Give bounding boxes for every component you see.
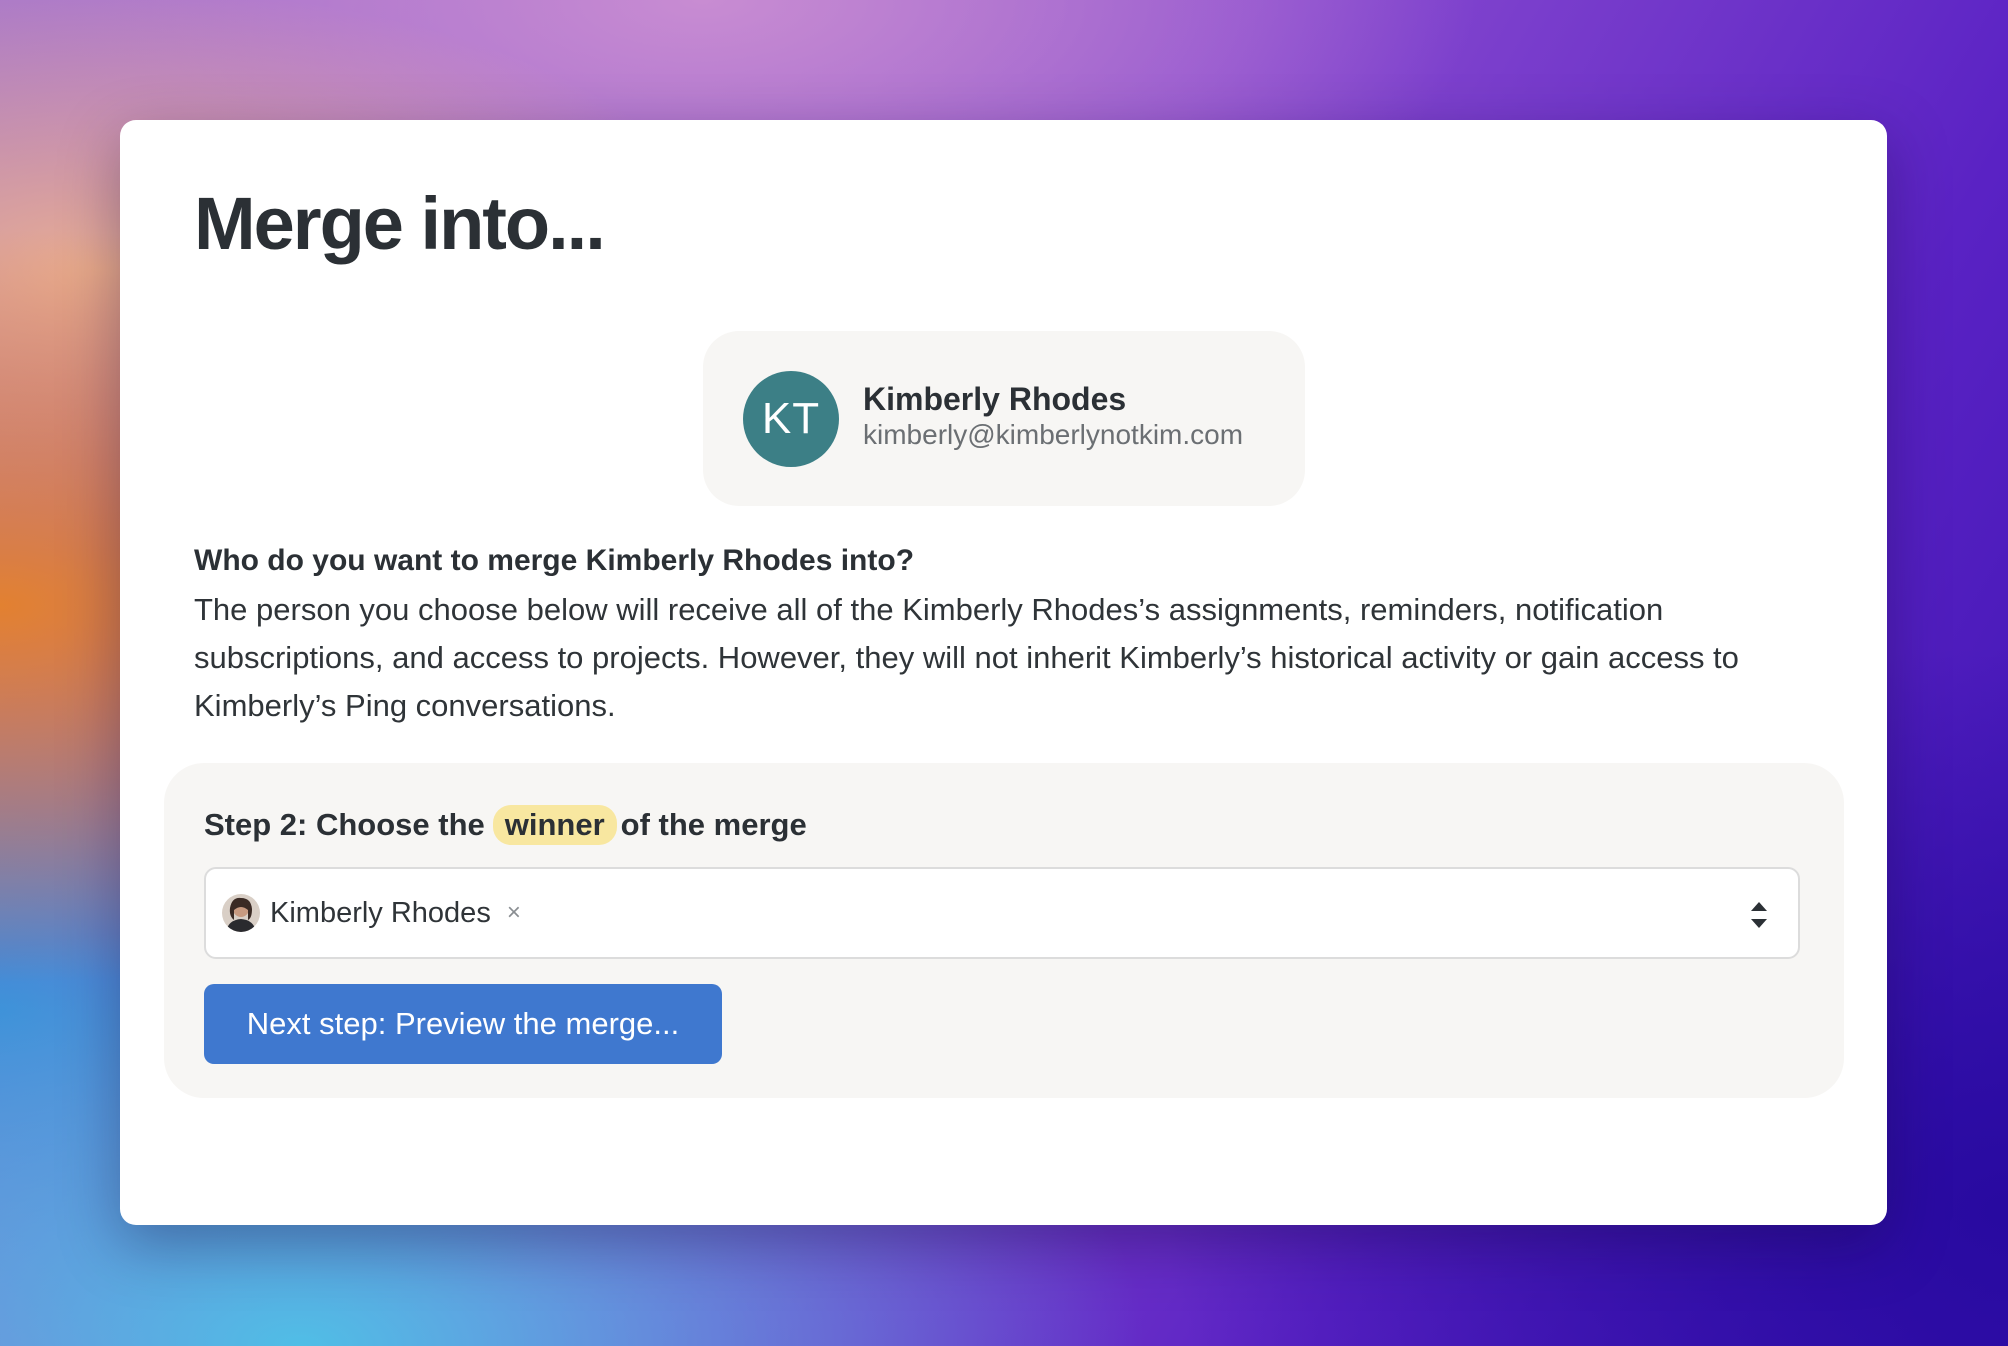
step-title-highlight: winner (492, 805, 617, 845)
chevron-up-down-icon[interactable] (1748, 899, 1770, 931)
remove-token-icon[interactable]: × (507, 899, 521, 927)
page-title: Merge into... (194, 182, 606, 265)
user-avatar-icon (222, 894, 260, 932)
next-step-button[interactable]: Next step: Preview the merge... (204, 984, 722, 1064)
merge-description: The person you choose below will receive… (194, 592, 1739, 723)
merge-question: Who do you want to merge Kimberly Rhodes… (194, 544, 915, 577)
person-name: Kimberly Rhodes (863, 381, 1127, 417)
person-email: kimberly@kimberlynotkim.com (863, 419, 1244, 450)
selected-person-name: Kimberly Rhodes (270, 896, 491, 929)
merge-dialog: Merge into... KT Kimberly Rhodes kimberl… (120, 120, 1887, 1225)
winner-select[interactable]: Kimberly Rhodes × (204, 867, 1800, 959)
step-title: Step 2: Choose the winner of the merge (204, 805, 807, 845)
avatar: KT (743, 371, 839, 467)
step-title-suffix: of the merge (620, 807, 807, 842)
selected-person-token: Kimberly Rhodes × (222, 891, 521, 935)
step-panel: Step 2: Choose the winner of the merge K… (164, 763, 1844, 1098)
source-person-card: KT Kimberly Rhodes kimberly@kimberlynotk… (703, 331, 1305, 506)
step-title-prefix: Step 2: Choose the (204, 807, 485, 842)
